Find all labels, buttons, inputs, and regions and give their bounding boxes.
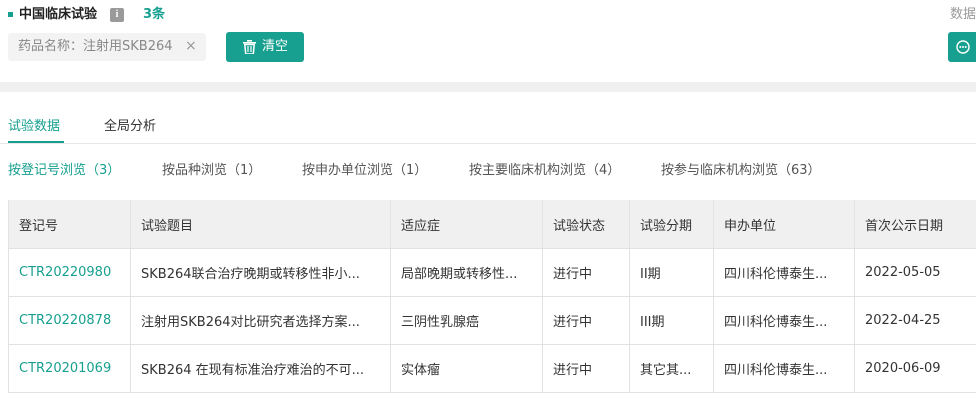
column-header-trial-status[interactable]: 试验状态 — [542, 200, 630, 249]
phase-cell: 其它其... — [629, 344, 714, 393]
trial-title-cell: 注射用SKB264对比研究者选择方案... — [130, 296, 391, 345]
clear-button-label: 清空 — [262, 39, 289, 54]
trial-title-cell: SKB264联合治疗晚期或转移性非小... — [130, 248, 391, 297]
corner-label[interactable]: 数据 — [950, 7, 976, 23]
indication-cell: 三阴性乳腺癌 — [390, 296, 543, 345]
trial-title-cell: SKB264 在现有标准治疗难治的不可... — [130, 344, 391, 393]
column-header-trial-phase[interactable]: 试验分期 — [629, 200, 714, 249]
table-row: CTR20220878 注射用SKB264对比研究者选择方案... 三阴性乳腺癌… — [8, 296, 976, 345]
registration-link[interactable]: CTR20220980 — [8, 248, 131, 297]
sponsor-cell: 四川科伦博泰生... — [713, 344, 855, 393]
table-row: CTR20201069 SKB264 在现有标准治疗难治的不可... 实体瘤 进… — [8, 344, 976, 393]
title-marker — [8, 12, 13, 17]
more-icon — [956, 40, 970, 54]
column-header-registration-no[interactable]: 登记号 — [8, 200, 131, 249]
more-button[interactable] — [948, 32, 976, 62]
info-icon[interactable]: i — [110, 8, 124, 22]
sponsor-cell: 四川科伦博泰生... — [713, 248, 855, 297]
indication-cell: 局部晚期或转移性... — [390, 248, 543, 297]
status-cell: 进行中 — [542, 344, 630, 393]
clear-button[interactable]: 清空 — [226, 32, 304, 62]
date-cell: 2022-04-25 — [854, 296, 976, 345]
column-header-indication[interactable]: 适应症 — [390, 200, 543, 249]
date-cell: 2022-05-05 — [854, 248, 976, 297]
column-header-trial-title[interactable]: 试验题目 — [130, 200, 391, 249]
browse-by-main-institution[interactable]: 按主要临床机构浏览（4） — [469, 163, 620, 179]
browse-by-participating-institution[interactable]: 按参与临床机构浏览（63） — [661, 163, 821, 179]
indication-cell: 实体瘤 — [390, 344, 543, 393]
section-divider — [0, 82, 976, 92]
registration-link[interactable]: CTR20201069 — [8, 344, 131, 393]
browse-by-sponsor[interactable]: 按申办单位浏览（1） — [302, 163, 427, 179]
tab-bar-rule — [0, 143, 976, 144]
table-header-row: 登记号 试验题目 适应症 试验状态 试验分期 申办单位 首次公示日期 — [8, 200, 976, 249]
status-cell: 进行中 — [542, 248, 630, 297]
table-row: CTR20220980 SKB264联合治疗晚期或转移性非小... 局部晚期或转… — [8, 248, 976, 297]
sponsor-cell: 四川科伦博泰生... — [713, 296, 855, 345]
close-icon[interactable]: × — [185, 37, 197, 55]
result-count: 3条 — [143, 7, 166, 22]
status-cell: 进行中 — [542, 296, 630, 345]
tab-trial-data[interactable]: 试验数据 — [8, 119, 60, 135]
section-title: 中国临床试验 — [19, 7, 98, 22]
phase-cell: II期 — [629, 248, 714, 297]
column-header-first-publish-date[interactable]: 首次公示日期 — [854, 200, 976, 249]
date-cell: 2020-06-09 — [854, 344, 976, 393]
browse-by-drug[interactable]: 按品种浏览（1） — [162, 163, 261, 179]
column-header-sponsor[interactable]: 申办单位 — [713, 200, 855, 249]
trial-table: 登记号 试验题目 适应症 试验状态 试验分期 申办单位 首次公示日期 CTR20… — [8, 200, 976, 393]
trash-icon — [243, 40, 256, 54]
registration-link[interactable]: CTR20220878 — [8, 296, 131, 345]
tab-global-analysis[interactable]: 全局分析 — [104, 119, 156, 135]
browse-by-registration[interactable]: 按登记号浏览（3） — [8, 163, 120, 179]
phase-cell: III期 — [629, 296, 714, 345]
filter-chip-label: 药品名称：注射用SKB264 — [18, 39, 173, 54]
